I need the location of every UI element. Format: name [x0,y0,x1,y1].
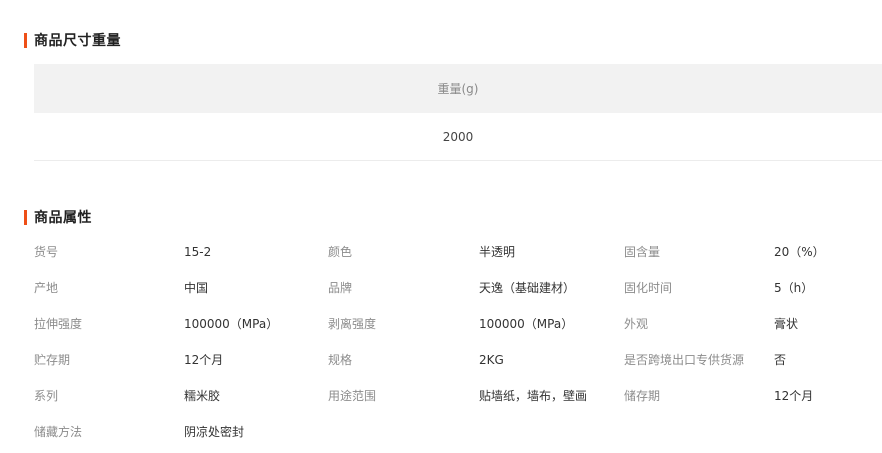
attribute-label: 货号 [34,245,59,259]
attribute-label: 储存期 [624,389,661,403]
attribute-row: 贮存期 12个月 规格 2KG 是否跨境出口专供货源 否 [34,342,882,378]
accent-bar [24,32,27,48]
attribute-row: 产地 中国 品牌 天逸（基础建材） 固化时间 5（h） [34,270,882,306]
weight-column-header: 重量(g) [34,64,882,113]
attribute-value: 半透明 [479,245,516,259]
attribute-row: 系列 糯米胶 用途范围 贴墙纸，墙布，壁画 储存期 12个月 [34,378,882,414]
attribute-value: 阴凉处密封 [184,425,245,439]
attribute-label: 产地 [34,281,59,295]
attribute-label: 系列 [34,389,59,403]
size-weight-section-title: 商品尺寸重量 [24,31,121,49]
attribute-value: 2KG [479,353,504,367]
attribute-value: 20（%） [774,245,825,259]
attribute-value: 膏状 [774,317,799,331]
attributes-title: 商品属性 [34,210,92,226]
weight-value: 2000 [34,113,882,161]
attribute-value: 100000（MPa） [184,317,279,331]
attribute-label: 固化时间 [624,281,673,295]
attribute-label: 外观 [624,317,649,331]
attribute-label: 贮存期 [34,353,71,367]
attribute-value: 中国 [184,281,209,295]
attribute-value: 5（h） [774,281,814,295]
attribute-label: 颜色 [328,245,353,259]
attributes-section-title: 商品属性 [24,208,92,226]
attribute-label: 拉伸强度 [34,317,83,331]
attribute-value: 12个月 [774,389,814,403]
size-weight-table: 重量(g) 2000 [34,64,882,161]
attribute-row: 储藏方法 阴凉处密封 [34,414,882,450]
attribute-value: 12个月 [184,353,224,367]
attribute-label: 规格 [328,353,353,367]
attribute-value: 糯米胶 [184,389,221,403]
attribute-value: 100000（MPa） [479,317,574,331]
attribute-label: 品牌 [328,281,353,295]
attribute-value: 否 [774,353,787,367]
attribute-value: 天逸（基础建材） [479,281,576,295]
attribute-label: 用途范围 [328,389,377,403]
attribute-row: 货号 15-2 颜色 半透明 固含量 20（%） [34,234,882,270]
attribute-label: 剥离强度 [328,317,377,331]
accent-bar [24,209,27,225]
attribute-label: 固含量 [624,245,661,259]
size-weight-title: 商品尺寸重量 [34,33,121,49]
attributes-grid: 货号 15-2 颜色 半透明 固含量 20（%） 产地 中国 品牌 天逸（基础建… [34,234,882,450]
attribute-label: 储藏方法 [34,425,83,439]
attribute-label: 是否跨境出口专供货源 [624,353,745,367]
attribute-value: 贴墙纸，墙布，壁画 [479,389,588,403]
attribute-row: 拉伸强度 100000（MPa） 剥离强度 100000（MPa） 外观 膏状 [34,306,882,342]
attribute-value: 15-2 [184,245,212,259]
